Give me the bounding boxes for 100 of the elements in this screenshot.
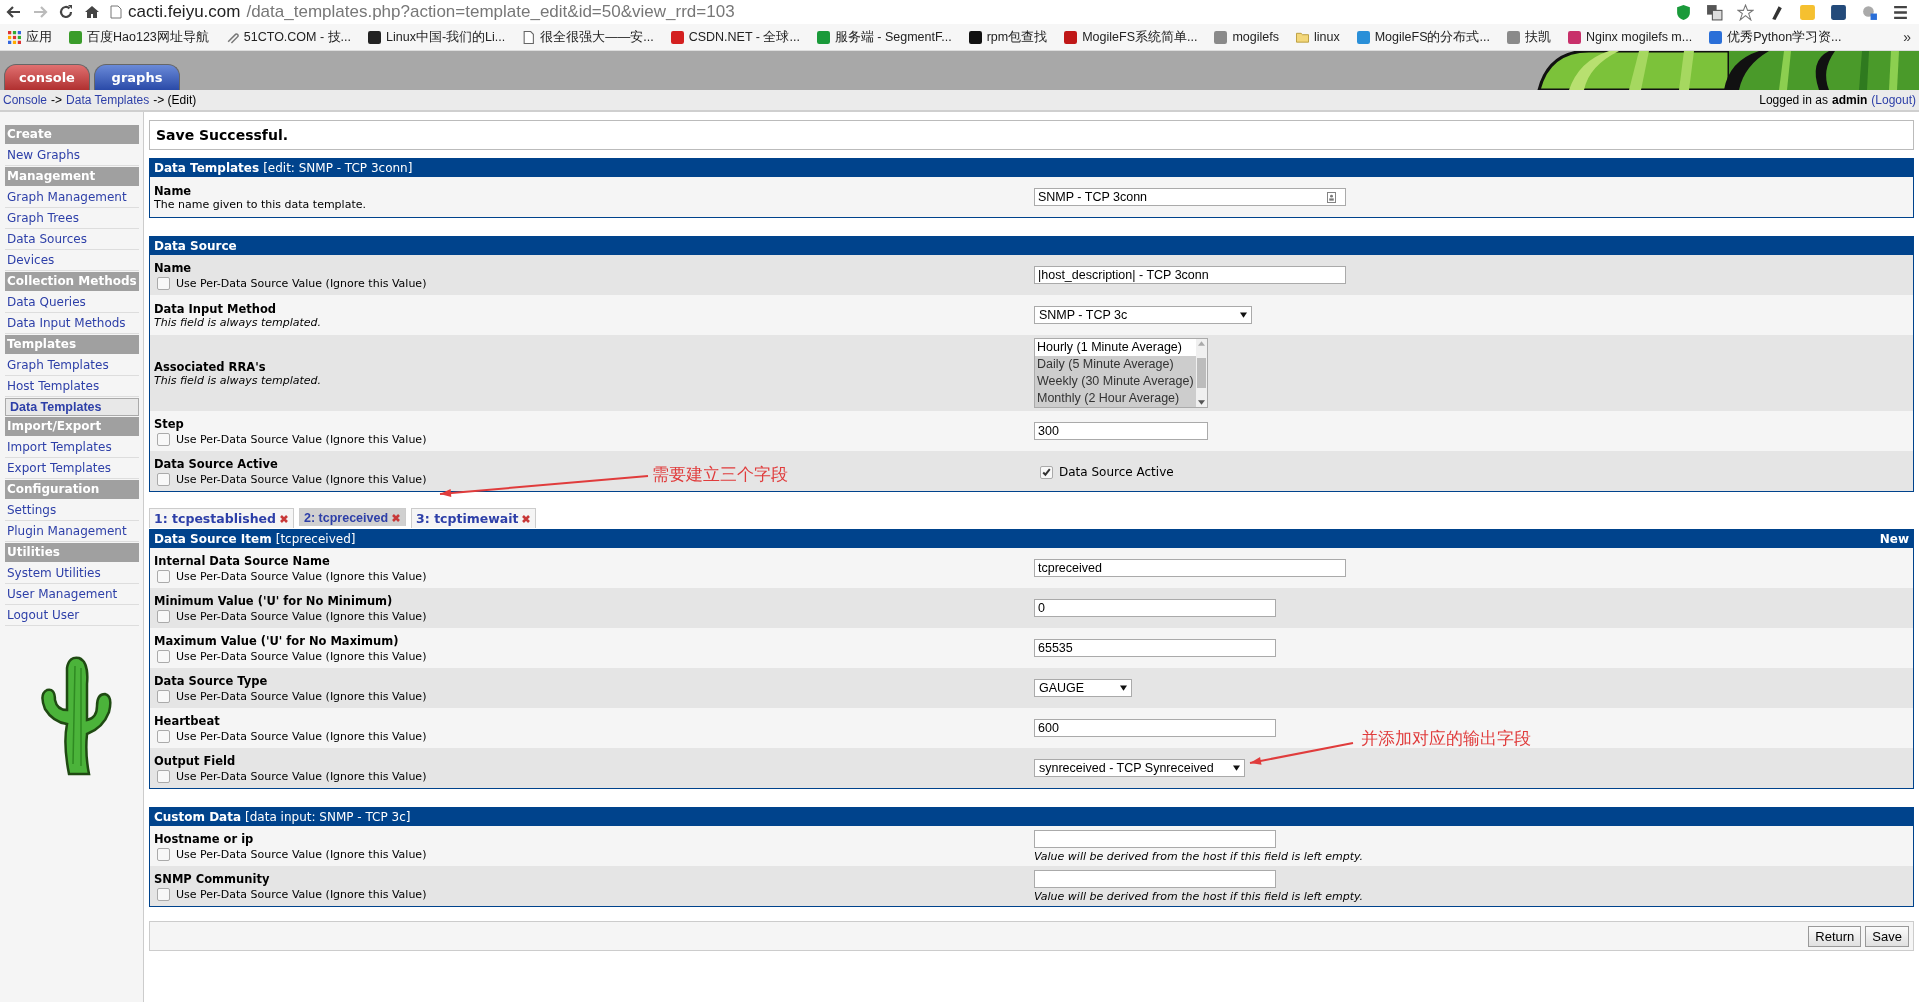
scroll-up-icon[interactable] [1197,341,1205,346]
bookmark[interactable]: CSDN.NET - 全球... [670,28,800,46]
delete-icon[interactable] [521,513,532,524]
checkbox[interactable] [157,609,170,623]
text-field[interactable] [1034,869,1276,888]
checkbox[interactable] [157,649,170,663]
bookmark[interactable]: MogileFS的分布式... [1356,28,1490,46]
list-option[interactable]: Daily (5 Minute Average) [1035,356,1196,373]
bookmark[interactable]: linux [1295,30,1340,44]
sidebar-item[interactable]: Graph Templates [5,356,139,376]
dropdown[interactable]: GAUGE [1034,679,1132,697]
nav-tab[interactable]: graphs [94,64,180,90]
sidebar-item[interactable]: User Management [5,585,139,605]
text-field[interactable] [1034,829,1276,848]
checkbox[interactable] [157,729,170,743]
sidebar-item[interactable]: Settings [5,501,139,521]
dropdown[interactable]: SNMP - TCP 3c [1034,306,1252,324]
sidebar-heading: Collection Methods [5,272,139,291]
bookmark[interactable]: MogileFS系统简单... [1064,28,1198,46]
text-field[interactable]: 600 [1034,719,1276,737]
field-label: Name [154,183,193,198]
scrollbar[interactable] [1195,339,1207,407]
breadcrumb-link[interactable]: Data Templates [66,93,150,107]
list-option[interactable]: Weekly (30 Minute Average) [1035,373,1196,390]
bookmark[interactable]: 51CTO.COM - 技... [225,28,352,46]
form-button[interactable]: Save [1865,925,1909,947]
new-link[interactable]: New [1879,531,1909,546]
dropdown[interactable]: synreceived - TCP Synreceived [1034,759,1245,777]
home-icon[interactable] [84,4,100,20]
bookmark[interactable]: mogilefs [1214,30,1279,44]
sidebar-item[interactable]: Logout User [5,606,139,626]
sidebar-heading: Utilities [5,543,139,562]
bookmark[interactable]: 应用 [8,28,52,46]
sidebar-item[interactable]: Graph Management [5,188,139,208]
checkbox[interactable] [157,769,170,783]
form-button[interactable]: Return [1808,925,1862,947]
bookmark[interactable]: 服务端 - SegmentF... [816,28,952,46]
menu-icon[interactable] [1892,3,1909,21]
extension-icon[interactable] [1830,3,1847,21]
user-name: admin [1831,93,1868,107]
checkbox[interactable] [157,847,170,861]
breadcrumb-link[interactable]: Console [3,93,48,107]
sidebar-item[interactable]: System Utilities [5,564,139,584]
text-field[interactable]: tcpreceived [1034,559,1346,577]
more-bookmarks-button[interactable]: » [1903,29,1911,45]
contact-card-icon[interactable] [1327,191,1336,203]
address-field[interactable]: cacti.feiyu.com /data_templates.php?action=template_edit&id=50&view_rrd=103 [110,1,1665,23]
list-option[interactable]: Monthly (2 Hour Average) [1035,390,1196,407]
sidebar-item[interactable]: Data Input Methods [5,314,139,334]
site-icon [1709,30,1723,44]
bookmark[interactable]: Nginx mogilefs m... [1567,30,1693,44]
text-field[interactable]: |host_description| - TCP 3conn [1034,266,1346,284]
star-icon[interactable] [1737,3,1754,21]
text-field[interactable]: SNMP - TCP 3conn [1034,188,1346,206]
bookmark[interactable]: 优秀Python学习资... [1709,28,1842,46]
checkbox[interactable] [157,472,170,486]
bookmark[interactable]: 百度Hao123网址导航 [69,28,209,46]
nav-tab[interactable]: console [4,64,90,90]
reload-icon[interactable] [58,4,74,20]
text-field[interactable]: 65535 [1034,639,1276,657]
sidebar-item[interactable]: Data Templates [5,398,139,416]
text-field[interactable]: 300 [1034,422,1208,440]
delete-icon[interactable] [279,513,289,524]
back-icon[interactable] [6,4,22,20]
list-box[interactable]: Hourly (1 Minute Average) Daily (5 Minute Average) Weekly (30 Minute Average) Monthly (2 Hour Average) [1034,338,1208,408]
sidebar-item[interactable]: Data Sources [5,230,139,250]
translate-icon[interactable] [1706,3,1723,21]
item-tab[interactable]: 2: tcpreceived [299,508,407,526]
item-tab[interactable]: 1: tcpestablished [149,508,294,528]
bookmark[interactable]: Linux中国-我们的Li... [368,28,506,46]
field-description: The name given to this data template. [154,197,367,211]
status-message: Save Successful. [149,120,1914,150]
bookmark[interactable]: rpm包查找 [968,28,1048,46]
sidebar-item[interactable]: Graph Trees [5,209,139,229]
checkbox[interactable] [1040,465,1053,479]
checkbox[interactable] [157,432,170,446]
logout-link[interactable]: (Logout) [1871,93,1916,107]
checkbox[interactable] [157,887,170,901]
field-note: This field is always templated. [154,315,323,329]
checkbox-label: Use Per-Data Source Value (Ignore this Value) [176,649,427,663]
text-field[interactable]: 0 [1034,599,1276,617]
checkbox[interactable] [157,276,170,290]
item-tab[interactable]: 3: tcptimewait [411,508,537,528]
sidebar-item[interactable]: New Graphs [5,146,139,166]
sidebar-item[interactable]: Export Templates [5,459,139,479]
sidebar-item[interactable]: Plugin Management [5,522,139,542]
site-icon [368,30,382,44]
sidebar-item[interactable]: Host Templates [5,377,139,397]
scroll-down-icon[interactable] [1197,400,1205,405]
shield-icon[interactable] [1675,3,1692,21]
checkbox[interactable] [157,569,170,583]
delete-icon[interactable] [391,512,402,523]
bookmark[interactable]: 很全很强大——安... [522,28,654,46]
bookmark[interactable]: 扶凯 [1506,28,1551,46]
checkbox[interactable] [157,689,170,703]
list-option[interactable]: Hourly (1 Minute Average) [1035,339,1196,356]
forward-icon[interactable] [32,4,48,20]
sidebar-item[interactable]: Devices [5,251,139,271]
sidebar-item[interactable]: Import Templates [5,438,139,458]
sidebar-item[interactable]: Data Queries [5,293,139,313]
